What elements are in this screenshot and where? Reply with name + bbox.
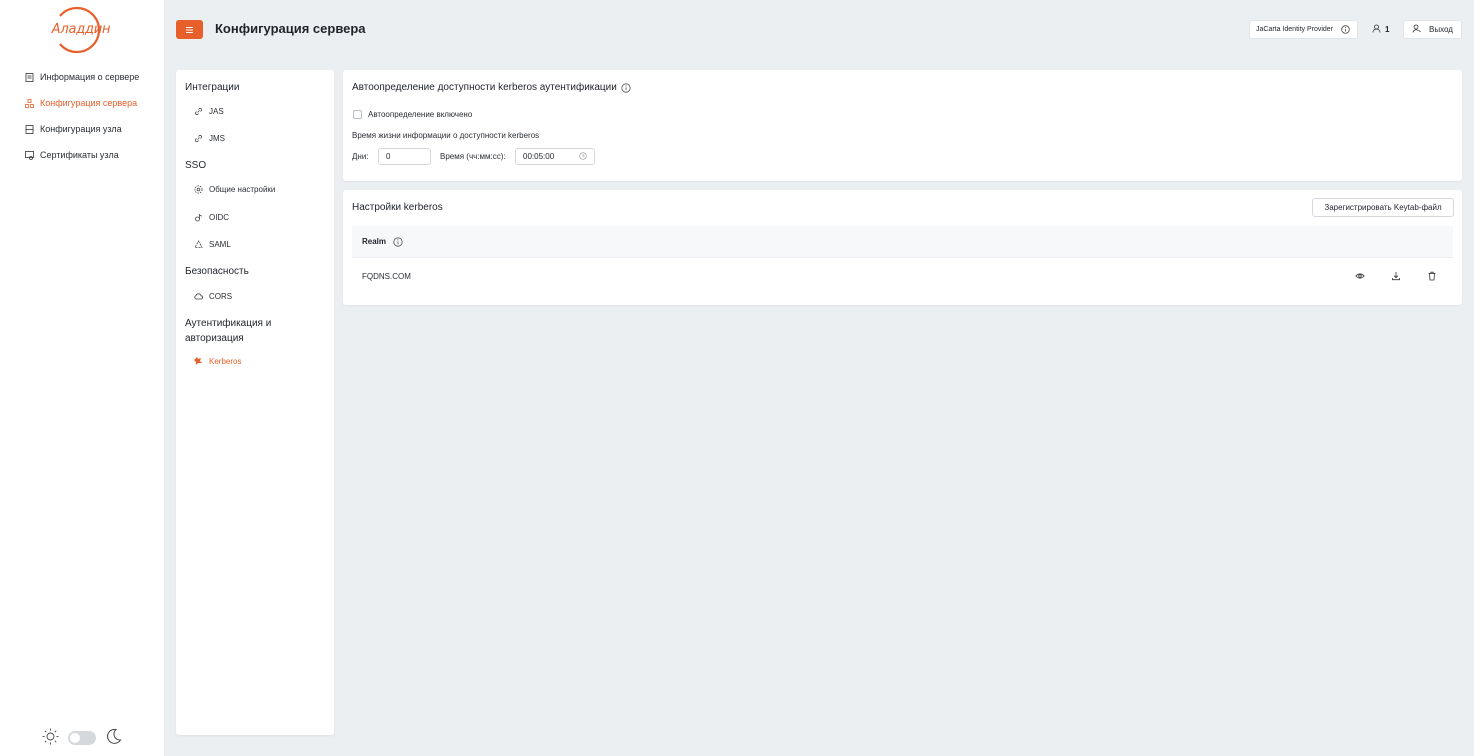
node-config-icon <box>24 124 34 134</box>
kerberos-card: Настройки kerberos Зарегистрировать Keyt… <box>343 190 1462 305</box>
aladdin-logo[interactable]: Аладдин <box>46 6 116 54</box>
menu-item-oidc[interactable]: OIDC <box>193 212 229 222</box>
autodetect-checkbox-row[interactable]: Автоопределение включено <box>353 110 472 119</box>
menu-item-general[interactable]: Общие настройки <box>193 184 275 194</box>
cloud-icon <box>193 291 203 301</box>
users-count: 1 <box>1385 25 1390 34</box>
trash-icon[interactable] <box>1426 270 1437 281</box>
menu-toggle-button[interactable] <box>176 20 203 39</box>
logo-text: Аладдин <box>51 22 111 37</box>
time-input[interactable]: 00:05:00 <box>515 148 595 165</box>
server-config-icon <box>24 98 34 108</box>
register-keytab-button[interactable]: Зарегистрировать Keytab-файл <box>1312 198 1454 217</box>
nav-label-server-config: Конфигурация сервера <box>40 98 138 108</box>
eye-icon[interactable] <box>1354 270 1365 281</box>
link-icon <box>193 106 203 116</box>
time-value: 00:05:00 <box>523 152 555 161</box>
main-nav: Информация о сервере Конфигурация сервер… <box>24 64 139 168</box>
table-header: Realm <box>352 226 1453 258</box>
group-auth-line1: Аутентификация и <box>185 318 272 329</box>
days-value: 0 <box>386 152 391 161</box>
nav-label-server-info: Информация о сервере <box>40 72 140 82</box>
moon-icon[interactable] <box>105 728 122 748</box>
row-actions <box>1354 270 1437 281</box>
group-sso: SSO <box>185 160 207 171</box>
hamburger-icon <box>186 26 193 33</box>
theme-toggle[interactable] <box>68 731 96 745</box>
certificate-icon <box>24 150 34 160</box>
provider-badge[interactable]: JaCarta Identity Provider <box>1249 20 1359 39</box>
nav-label-node-certificates: Сертификаты узла <box>40 150 119 160</box>
group-auth-line2: авторизация <box>185 333 244 344</box>
menu-item-jas[interactable]: JAS <box>193 106 224 116</box>
menu-label-jas: JAS <box>209 106 224 116</box>
group-auth: Аутентификация и авторизация <box>185 316 271 346</box>
server-info-icon <box>24 72 34 82</box>
days-input[interactable]: 0 <box>378 148 431 165</box>
users-counter[interactable]: 1 <box>1372 24 1389 35</box>
autodetect-checkbox[interactable] <box>353 110 362 119</box>
menu-item-kerberos[interactable]: Kerberos <box>193 356 241 366</box>
provider-name: JaCarta Identity Provider <box>1256 26 1334 33</box>
realm-cell: FQDNS.COM <box>362 272 411 281</box>
lifetime-label: Время жизни информации о доступности ker… <box>352 131 540 140</box>
app-sidebar: Аладдин Информация о сервере Конфигураци… <box>0 0 164 756</box>
clock-icon[interactable] <box>579 151 587 162</box>
menu-item-jms[interactable]: JMS <box>193 133 225 143</box>
logout-user-icon <box>1412 24 1421 35</box>
gear-icon <box>193 184 203 194</box>
autodetect-title-row: Автоопределение доступности kerberos аут… <box>352 82 631 93</box>
autodetect-card: Автоопределение доступности kerberos аут… <box>343 70 1462 181</box>
info-icon[interactable] <box>621 82 631 93</box>
menu-label-kerberos: Kerberos <box>209 356 242 366</box>
user-icon <box>1372 24 1381 35</box>
menu-item-cors[interactable]: CORS <box>193 291 232 301</box>
link-icon <box>193 133 203 143</box>
group-integrations: Интеграции <box>185 82 240 93</box>
settings-menu: Интеграции JAS JMS SSO Общие настройки O… <box>176 70 334 735</box>
kerberos-title: Настройки kerberos <box>352 202 443 213</box>
nav-item-node-certificates[interactable]: Сертификаты узла <box>24 142 139 168</box>
column-realm[interactable]: Realm <box>362 237 386 246</box>
autodetect-title: Автоопределение доступности kerberos аут… <box>352 82 617 93</box>
menu-label-general: Общие настройки <box>209 184 276 194</box>
menu-item-saml[interactable]: SAML <box>193 239 231 249</box>
provider-info-icon[interactable] <box>1341 24 1351 35</box>
table-row[interactable]: FQDNS.COM <box>352 259 1453 294</box>
download-icon[interactable] <box>1390 270 1401 281</box>
nav-item-server-info[interactable]: Информация о сервере <box>24 64 139 90</box>
sun-icon[interactable] <box>42 728 59 748</box>
group-security: Безопасность <box>185 266 249 277</box>
nav-item-server-config[interactable]: Конфигурация сервера <box>24 90 139 116</box>
realm-info-icon[interactable] <box>393 236 403 247</box>
menu-label-jms: JMS <box>209 133 225 143</box>
saml-icon <box>193 239 203 249</box>
autodetect-checkbox-label: Автоопределение включено <box>368 110 473 119</box>
logout-button[interactable]: Выход <box>1403 20 1462 39</box>
nav-item-node-config[interactable]: Конфигурация узла <box>24 116 139 142</box>
time-label: Время (чч:мм:сс): <box>440 152 506 161</box>
logout-label: Выход <box>1429 25 1453 34</box>
nav-label-node-config: Конфигурация узла <box>40 124 122 134</box>
days-label: Дни: <box>352 152 369 161</box>
menu-label-cors: CORS <box>209 291 233 301</box>
oidc-icon <box>193 212 203 222</box>
kerberos-icon <box>193 356 203 366</box>
menu-label-oidc: OIDC <box>209 212 229 222</box>
theme-switcher <box>42 728 122 748</box>
menu-label-saml: SAML <box>209 239 231 249</box>
page-title: Конфигурация сервера <box>215 21 366 36</box>
